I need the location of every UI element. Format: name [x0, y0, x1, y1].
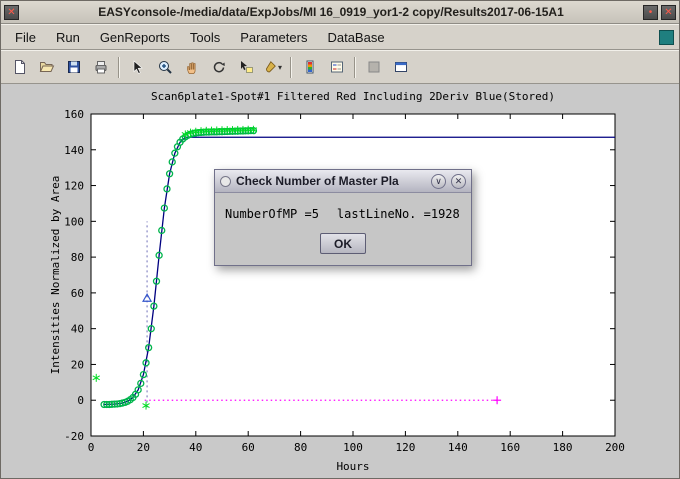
dialog-message-lastlineno: lastLineNo. =1928	[337, 207, 460, 221]
printer-icon	[93, 59, 109, 75]
chart-svg: 0 20 40 60 80 100 120 140 160 180 200 -20 0 20 40 60 80 1…	[1, 84, 679, 478]
menu-item-run[interactable]: Run	[46, 27, 90, 48]
svg-text:100: 100	[343, 441, 363, 454]
print-figure-button[interactable]	[87, 54, 114, 81]
svg-text:200: 200	[605, 441, 625, 454]
svg-text:0: 0	[77, 394, 84, 407]
menu-item-tools[interactable]: Tools	[180, 27, 230, 48]
dialog-collapse-button[interactable]: ∨	[431, 174, 446, 189]
chevron-down-icon: ∨	[435, 176, 442, 186]
new-document-icon	[12, 59, 28, 75]
menu-item-parameters[interactable]: Parameters	[230, 27, 317, 48]
svg-text:140: 140	[64, 144, 84, 157]
dialog-titlebar[interactable]: Check Number of Master Pla ∨ ✕	[215, 170, 471, 193]
svg-text:80: 80	[71, 251, 84, 264]
dialog-app-icon	[220, 176, 231, 187]
svg-text:140: 140	[448, 441, 468, 454]
zoom-in-button[interactable]	[151, 54, 178, 81]
data-cursor-icon	[238, 59, 254, 75]
svg-text:-20: -20	[64, 430, 84, 443]
menu-item-genreports[interactable]: GenReports	[90, 27, 180, 48]
dialog-body: NumberOfMP =5 lastLineNo. =1928 OK	[215, 193, 471, 265]
close-icon: ✕	[7, 7, 15, 18]
plot-tools-button[interactable]	[360, 54, 387, 81]
svg-text:20: 20	[71, 358, 84, 371]
brush-button[interactable]: ▾	[259, 54, 286, 81]
brush-icon	[263, 59, 277, 75]
arrow-cursor-icon	[130, 59, 146, 75]
menubar-corner-box	[659, 30, 674, 45]
close-icon: ✕	[664, 7, 672, 18]
insert-colorbar-button[interactable]	[296, 54, 323, 81]
colorbar-icon	[302, 59, 318, 75]
chevron-down-icon: ▾	[278, 63, 282, 72]
dialog-title: Check Number of Master Pla	[236, 174, 426, 188]
rotate-3d-button[interactable]	[205, 54, 232, 81]
rotate-icon	[211, 59, 227, 75]
dock-window-icon	[393, 59, 409, 75]
pan-button[interactable]	[178, 54, 205, 81]
open-folder-icon	[39, 59, 55, 75]
svg-text:Scan6plate1-Spot#1 Filtered Re: Scan6plate1-Spot#1 Filtered Red Includin…	[151, 90, 555, 103]
open-file-button[interactable]	[33, 54, 60, 81]
edit-plot-button[interactable]	[124, 54, 151, 81]
menu-item-database[interactable]: DataBase	[317, 27, 394, 48]
window-title: EASYconsole-/media/data/ExpJobs/MI 16_09…	[19, 5, 643, 19]
titlebar: ✕ EASYconsole-/media/data/ExpJobs/MI 16_…	[1, 1, 679, 24]
toolbar: ▾	[1, 50, 679, 84]
svg-text:160: 160	[64, 108, 84, 121]
gray-square-icon	[366, 59, 382, 75]
dialog-message-numberofmp: NumberOfMP =5	[225, 207, 319, 221]
menubar: File Run GenReports Tools Parameters Dat…	[1, 24, 679, 50]
new-figure-button[interactable]	[6, 54, 33, 81]
zoom-in-icon	[157, 59, 173, 75]
svg-text:20: 20	[137, 441, 150, 454]
svg-text:Hours: Hours	[336, 460, 369, 473]
figure-area: 0 20 40 60 80 100 120 140 160 180 200 -20 0 20 40 60 80 1…	[1, 84, 679, 478]
minimize-dot-icon: •	[649, 7, 653, 18]
svg-text:Intensities Normalized by Area: Intensities Normalized by Area	[49, 176, 62, 375]
app-window: ✕ EASYconsole-/media/data/ExpJobs/MI 16_…	[0, 0, 680, 479]
svg-text:0: 0	[88, 441, 95, 454]
data-cursor-button[interactable]	[232, 54, 259, 81]
dialog-ok-button[interactable]: OK	[320, 233, 366, 254]
legend-icon	[329, 59, 345, 75]
toolbar-separator	[354, 57, 356, 78]
insert-legend-button[interactable]	[323, 54, 350, 81]
dialog-close-button[interactable]: ✕	[451, 174, 466, 189]
toolbar-separator	[118, 57, 120, 78]
svg-text:80: 80	[294, 441, 307, 454]
hand-icon	[184, 59, 200, 75]
svg-text:120: 120	[64, 180, 84, 193]
window-close-left-button[interactable]: ✕	[4, 5, 19, 20]
menu-item-file[interactable]: File	[5, 27, 46, 48]
svg-text:180: 180	[553, 441, 573, 454]
svg-text:40: 40	[71, 323, 84, 336]
svg-text:160: 160	[500, 441, 520, 454]
save-figure-button[interactable]	[60, 54, 87, 81]
floppy-disk-icon	[66, 59, 82, 75]
svg-text:100: 100	[64, 215, 84, 228]
dialog-message: NumberOfMP =5 lastLineNo. =1928	[225, 207, 461, 221]
window-minimize-button[interactable]: •	[643, 5, 658, 20]
close-icon: ✕	[455, 176, 463, 186]
toolbar-separator	[290, 57, 292, 78]
svg-text:60: 60	[242, 441, 255, 454]
svg-text:120: 120	[395, 441, 415, 454]
window-close-button[interactable]: ✕	[661, 5, 676, 20]
dialog-check-number-of-master-plates: Check Number of Master Pla ∨ ✕ NumberOfM…	[214, 169, 472, 266]
dock-figure-button[interactable]	[387, 54, 414, 81]
svg-text:40: 40	[189, 441, 202, 454]
svg-text:60: 60	[71, 287, 84, 300]
